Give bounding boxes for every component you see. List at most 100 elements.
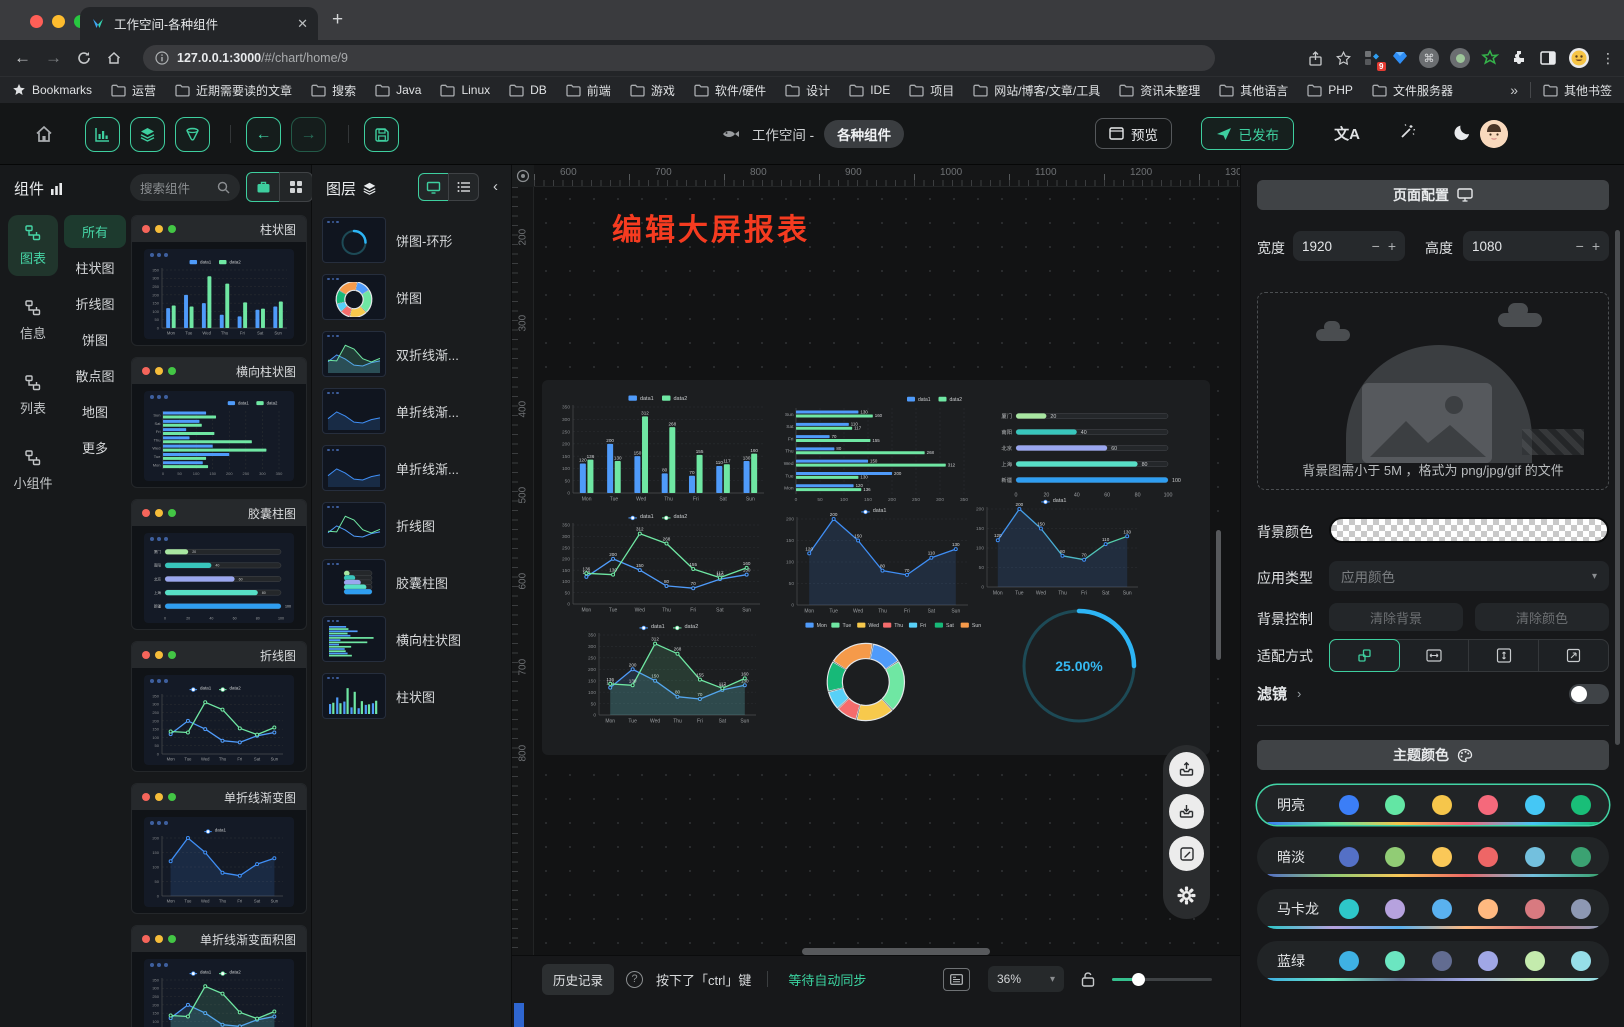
- decrease-icon[interactable]: −: [1576, 238, 1584, 254]
- bookmark-item[interactable]: IDE: [849, 83, 890, 97]
- bookmark-item[interactable]: DB: [509, 83, 547, 97]
- bookmark-item[interactable]: Java: [375, 83, 421, 97]
- bookmark-item[interactable]: 设计: [785, 82, 830, 99]
- bookmark-item[interactable]: 运营: [111, 82, 156, 99]
- design-canvas[interactable]: 600 700 800 900 1000 1100 1200 1300 200 …: [512, 165, 1240, 955]
- bookmark-item[interactable]: 搜索: [311, 82, 356, 99]
- component-type-tab[interactable]: 列表: [8, 365, 58, 426]
- detail-panel-toggle-button[interactable]: [175, 117, 210, 152]
- bar-chart-widget[interactable]: data1data2050100150200250300350MonTueWed…: [556, 392, 768, 504]
- category-item[interactable]: 散点图: [64, 359, 126, 392]
- bookmark-star-icon[interactable]: [1335, 50, 1352, 67]
- single-view-toggle[interactable]: [246, 172, 280, 202]
- reload-icon[interactable]: [76, 50, 92, 66]
- browser-tab[interactable]: 工作空间-各种组件 ✕: [80, 7, 318, 40]
- theme-color-header[interactable]: 主题颜色: [1257, 740, 1609, 770]
- decrease-icon[interactable]: −: [1372, 238, 1380, 254]
- history-button[interactable]: 历史记录: [542, 964, 614, 995]
- category-item[interactable]: 地图: [64, 395, 126, 428]
- capsule-chart-widget[interactable]: 厦门20南阳40北京60上海80新疆100020406080100: [990, 400, 1194, 502]
- progress-ring-widget[interactable]: 25.00%: [1014, 605, 1144, 727]
- thumbnail-view-toggle[interactable]: [418, 173, 449, 201]
- bookmark-item[interactable]: 前端: [566, 82, 611, 99]
- layer-item[interactable]: 饼图-环形: [322, 215, 506, 265]
- star-extension-icon[interactable]: [1481, 49, 1499, 67]
- dual-gradient-line-chart-widget[interactable]: data1data2050100150200250300350MonTueWed…: [582, 620, 764, 726]
- bookmarks-manager[interactable]: Bookmarks: [12, 83, 92, 97]
- component-card[interactable]: 胶囊柱图 厦门20南阳40北京60上海80新疆100020406080100: [131, 499, 307, 630]
- chevron-right-icon[interactable]: ›: [1297, 686, 1301, 701]
- import-button[interactable]: [1169, 794, 1204, 829]
- zoom-slider[interactable]: [1112, 972, 1212, 986]
- language-toggle-icon[interactable]: 文A: [1334, 123, 1360, 144]
- report-screen-widget[interactable]: data1data2050100150200250300350MonTueWed…: [542, 380, 1210, 755]
- settings-button[interactable]: [1169, 878, 1204, 913]
- site-info-icon[interactable]: [155, 51, 169, 65]
- browser-menu-icon[interactable]: ⋮: [1601, 50, 1616, 67]
- publish-button[interactable]: 已发布: [1201, 117, 1295, 150]
- profile-avatar-icon[interactable]: [1568, 47, 1590, 69]
- theme-row[interactable]: 明亮: [1257, 785, 1609, 825]
- forward-icon[interactable]: →: [45, 48, 62, 68]
- eye-icon[interactable]: [516, 169, 530, 183]
- clear-background-button[interactable]: 清除背景: [1329, 603, 1463, 631]
- tab-close-icon[interactable]: ✕: [297, 16, 308, 32]
- component-type-tab[interactable]: 小组件: [8, 440, 58, 501]
- category-item[interactable]: 所有: [64, 215, 126, 248]
- category-item[interactable]: 折线图: [64, 287, 126, 320]
- command-extension-icon[interactable]: ⌘: [1419, 48, 1439, 68]
- sidebar-icon[interactable]: [1539, 49, 1557, 67]
- fit-scale-option[interactable]: [1329, 639, 1400, 672]
- help-icon[interactable]: ?: [626, 971, 643, 988]
- search-input[interactable]: 搜索组件: [130, 174, 240, 201]
- back-icon[interactable]: ←: [14, 48, 31, 68]
- export-button[interactable]: [1169, 752, 1204, 787]
- component-card[interactable]: 单折线渐变面积图 data1data2050100150200250300350…: [131, 925, 307, 1027]
- filter-toggle[interactable]: [1569, 684, 1609, 704]
- bookmarks-overflow[interactable]: »: [1510, 82, 1518, 98]
- layer-item[interactable]: 单折线渐...: [322, 443, 506, 493]
- vertical-scrollbar[interactable]: [1216, 530, 1221, 660]
- horizontal-scrollbar[interactable]: [802, 948, 990, 955]
- chart-panel-toggle-button[interactable]: [85, 117, 120, 152]
- list-view-toggle[interactable]: [448, 173, 479, 201]
- horizontal-bar-chart-widget[interactable]: data1data2050100150200250300350Sun130160…: [780, 394, 976, 504]
- width-stepper[interactable]: 1920 −+: [1293, 231, 1405, 261]
- layer-item[interactable]: 胶囊柱图: [322, 557, 506, 607]
- height-stepper[interactable]: 1080 −+: [1463, 231, 1609, 261]
- layer-item[interactable]: 双折线渐...: [322, 329, 506, 379]
- bookmark-item[interactable]: 资讯未整理: [1119, 82, 1200, 99]
- bookmark-item[interactable]: 游戏: [630, 82, 675, 99]
- bookmark-item[interactable]: 网站/博客/文章/工具: [973, 82, 1100, 99]
- page-config-header[interactable]: 页面配置: [1257, 180, 1609, 210]
- recorder-extension-icon[interactable]: [1450, 48, 1470, 68]
- component-type-tab[interactable]: 信息: [8, 290, 58, 351]
- component-card[interactable]: 柱状图 data1data2050100150200250300350MonTu…: [131, 215, 307, 346]
- save-button[interactable]: [364, 117, 399, 152]
- fit-stretch-option[interactable]: [1539, 640, 1608, 671]
- bookmark-item[interactable]: 文件服务器: [1372, 82, 1453, 99]
- theme-row[interactable]: 马卡龙: [1257, 889, 1609, 929]
- pie-chart-widget[interactable]: MonTueWedThuFriSatSun: [780, 618, 1012, 730]
- theme-row[interactable]: 蓝绿: [1257, 941, 1609, 981]
- line-chart-widget[interactable]: data1data2050100150200250300350MonTueWed…: [556, 510, 768, 615]
- gradient-line-chart-widget[interactable]: data1050100150200MonTueWedThuFriSatSun12…: [780, 504, 976, 616]
- app-type-select[interactable]: 应用颜色 ▾: [1329, 561, 1609, 591]
- grid-view-toggle[interactable]: [279, 172, 313, 202]
- background-upload-dropzone[interactable]: 背景图需小于 5M ，格式为 png/jpg/gif 的文件: [1257, 292, 1609, 490]
- panel-scrollbar[interactable]: [1615, 230, 1620, 745]
- home-icon[interactable]: [34, 124, 54, 144]
- preview-button[interactable]: 预览: [1095, 118, 1172, 149]
- gem-extension-icon[interactable]: [1392, 50, 1408, 66]
- project-name-pill[interactable]: 各种组件: [824, 120, 904, 148]
- minimize-window-button[interactable]: [52, 15, 65, 28]
- category-item[interactable]: 饼图: [64, 323, 126, 356]
- layers-panel-toggle-button[interactable]: [130, 117, 165, 152]
- component-card[interactable]: 横向柱状图 data1data2050100150200250300350Sun…: [131, 357, 307, 488]
- canvas-text-widget[interactable]: 编辑大屏报表: [612, 205, 810, 249]
- tab-group-extension-icon[interactable]: 9: [1363, 49, 1381, 67]
- other-bookmarks[interactable]: 其他书签: [1543, 82, 1612, 99]
- increase-icon[interactable]: +: [1388, 238, 1396, 254]
- component-card[interactable]: 折线图 data1data2050100150200250300350MonTu…: [131, 641, 307, 772]
- component-card[interactable]: 单折线渐变图 data1050100150200MonTueWedThuFriS…: [131, 783, 307, 914]
